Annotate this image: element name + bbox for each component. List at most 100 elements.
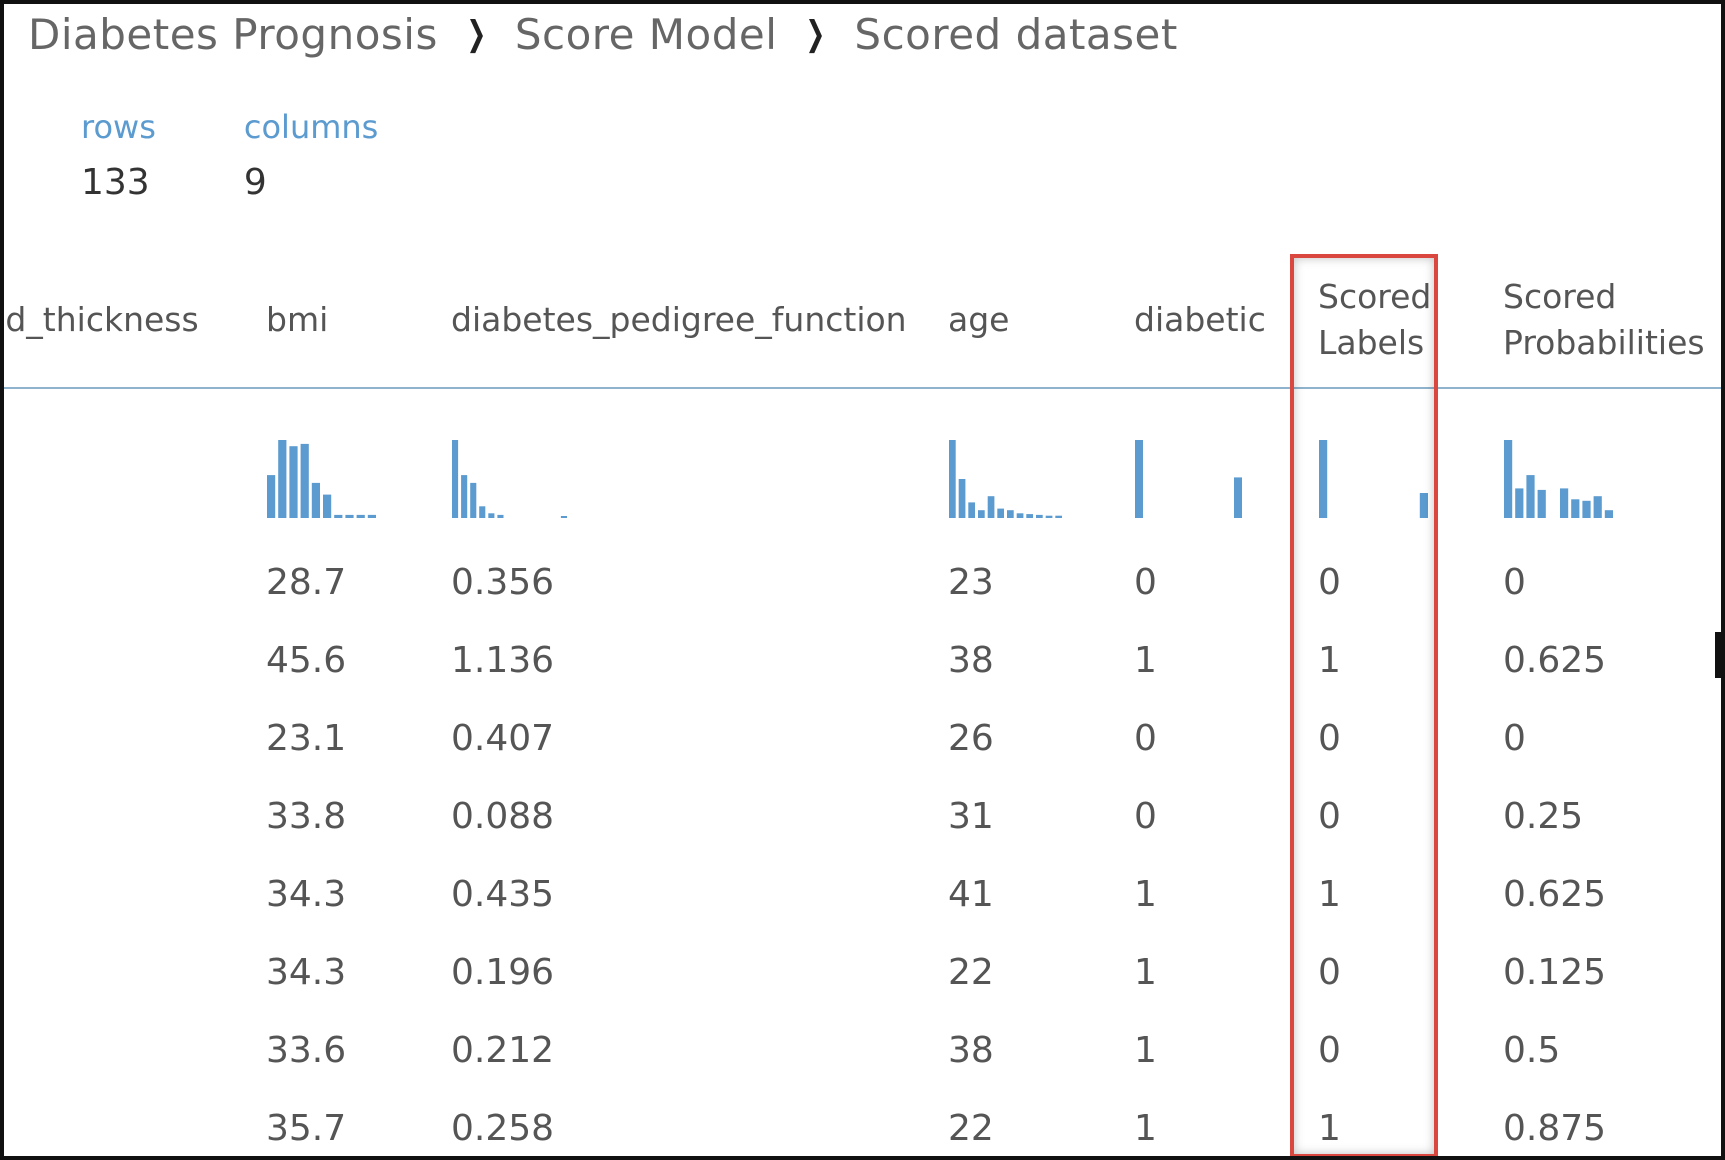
cell-dpf[interactable]: 0.435 <box>451 874 554 915</box>
scrollbar-thumb[interactable] <box>1715 632 1721 678</box>
histogram-bar <box>1537 489 1546 518</box>
cell-diabetic[interactable]: 1 <box>1134 1108 1157 1149</box>
histogram-bar <box>1515 488 1524 518</box>
cell-diabetic[interactable]: 0 <box>1134 796 1157 837</box>
histogram-bar <box>289 446 298 518</box>
column-header-line2: Probabilities <box>1503 323 1705 362</box>
column-header-scored-prob[interactable]: Scored Probabilities <box>1503 274 1705 366</box>
histogram-bar <box>1582 500 1591 518</box>
cell-age[interactable]: 22 <box>948 1108 994 1149</box>
cell-age[interactable]: 22 <box>948 952 994 993</box>
cell-scored-prob[interactable]: 0.5 <box>1503 1030 1560 1071</box>
histogram-bar <box>1026 514 1033 518</box>
cell-scored-prob[interactable]: 0.625 <box>1503 874 1606 915</box>
cell-scored-prob[interactable]: 0 <box>1503 718 1526 759</box>
cell-bmi[interactable]: 34.3 <box>266 874 346 915</box>
cell-scored-labels[interactable]: 0 <box>1318 562 1341 603</box>
cell-scored-labels[interactable]: 1 <box>1318 874 1341 915</box>
histogram-bmi[interactable] <box>266 440 378 528</box>
cell-diabetic[interactable]: 1 <box>1134 952 1157 993</box>
scored-labels-highlight-box <box>1290 254 1438 1156</box>
histogram-dpf[interactable] <box>451 440 569 528</box>
cell-bmi[interactable]: 34.3 <box>266 952 346 993</box>
column-header-line2: Labels <box>1318 323 1425 362</box>
cell-scored-prob[interactable]: 0.125 <box>1503 952 1606 993</box>
columns-value: 9 <box>243 162 267 203</box>
cell-age[interactable]: 26 <box>948 718 994 759</box>
column-header-scored-labels[interactable]: Scored Labels <box>1318 274 1431 366</box>
cell-diabetic[interactable]: 0 <box>1134 562 1157 603</box>
dataset-stats: rows 133 columns 9 <box>81 108 378 203</box>
cell-dpf[interactable]: 0.088 <box>451 796 554 837</box>
histogram-bar <box>367 514 376 518</box>
cell-dpf[interactable]: 0.407 <box>451 718 554 759</box>
rows-label: rows <box>81 108 156 146</box>
histogram-bar <box>334 514 343 518</box>
histogram-bar <box>311 482 320 518</box>
breadcrumb-item-output: Scored dataset <box>854 9 1178 59</box>
histogram-scored-labels[interactable] <box>1318 440 1430 528</box>
cell-age[interactable]: 38 <box>948 1030 994 1071</box>
cell-bmi[interactable]: 35.7 <box>266 1108 346 1149</box>
histogram-bar <box>345 514 354 518</box>
column-header-line1: Scored <box>1503 277 1617 316</box>
histogram-bar <box>1504 440 1513 518</box>
histogram-scored-prob[interactable] <box>1503 440 1615 528</box>
cell-age[interactable]: 23 <box>948 562 994 603</box>
cell-diabetic[interactable]: 1 <box>1134 874 1157 915</box>
breadcrumb-item-module[interactable]: Score Model <box>515 10 778 59</box>
histogram-bar <box>1604 510 1613 518</box>
column-header-age[interactable]: age <box>948 297 1009 343</box>
histogram-age[interactable] <box>948 440 1064 528</box>
cell-dpf[interactable]: 0.212 <box>451 1030 554 1071</box>
cell-bmi[interactable]: 33.8 <box>266 796 346 837</box>
histogram-bar <box>1419 493 1428 518</box>
histogram-bar <box>958 479 966 518</box>
breadcrumb-item-experiment[interactable]: Diabetes Prognosis <box>28 10 438 59</box>
cell-scored-labels[interactable]: 0 <box>1318 1030 1341 1071</box>
column-header-skin[interactable]: old_thickness <box>4 297 199 343</box>
cell-scored-prob[interactable]: 0.875 <box>1503 1108 1606 1149</box>
histogram-bar <box>488 513 495 518</box>
histogram-bar <box>1016 513 1024 518</box>
cell-scored-labels[interactable]: 0 <box>1318 796 1341 837</box>
cell-scored-labels[interactable]: 0 <box>1318 718 1341 759</box>
cell-dpf[interactable]: 0.258 <box>451 1108 554 1149</box>
cell-diabetic[interactable]: 0 <box>1134 718 1157 759</box>
histogram-bar <box>300 443 309 518</box>
column-header-bmi[interactable]: bmi <box>266 297 328 343</box>
cell-bmi[interactable]: 45.6 <box>266 640 346 681</box>
column-header-dpf[interactable]: diabetes_pedigree_function <box>451 297 907 343</box>
column-header-line1: Scored <box>1318 277 1432 316</box>
cell-age[interactable]: 38 <box>948 640 994 681</box>
histogram-diabetic[interactable] <box>1134 440 1244 528</box>
histogram-bar <box>356 514 365 518</box>
cell-diabetic[interactable]: 1 <box>1134 640 1157 681</box>
cell-scored-labels[interactable]: 1 <box>1318 640 1341 681</box>
cell-scored-labels[interactable]: 1 <box>1318 1108 1341 1149</box>
histogram-bar <box>1036 514 1043 518</box>
histogram-bar <box>267 475 276 518</box>
cell-scored-prob[interactable]: 0 <box>1503 562 1526 603</box>
cell-diabetic[interactable]: 1 <box>1134 1030 1157 1071</box>
cell-age[interactable]: 41 <box>948 874 994 915</box>
chevron-right-icon: ❯ <box>805 14 827 54</box>
column-header-line1: bmi <box>266 300 329 339</box>
cell-age[interactable]: 31 <box>948 796 994 837</box>
cell-scored-labels[interactable]: 0 <box>1318 952 1341 993</box>
column-header-diabetic[interactable]: diabetic <box>1134 297 1266 343</box>
cell-scored-prob[interactable]: 0.25 <box>1503 796 1583 837</box>
cell-bmi[interactable]: 23.1 <box>266 718 346 759</box>
cell-dpf[interactable]: 0.356 <box>451 562 554 603</box>
cell-dpf[interactable]: 0.196 <box>451 952 554 993</box>
histogram-bar <box>1045 515 1053 518</box>
histogram-bar <box>323 494 332 518</box>
header-divider <box>4 387 1721 389</box>
cell-dpf[interactable]: 1.136 <box>451 640 554 681</box>
cell-scored-prob[interactable]: 0.625 <box>1503 640 1606 681</box>
histogram-bar <box>1135 440 1143 518</box>
cell-bmi[interactable]: 33.6 <box>266 1030 346 1071</box>
cell-bmi[interactable]: 28.7 <box>266 562 346 603</box>
histogram-bar <box>278 440 287 518</box>
column-header-line1: old_thickness <box>4 300 199 339</box>
